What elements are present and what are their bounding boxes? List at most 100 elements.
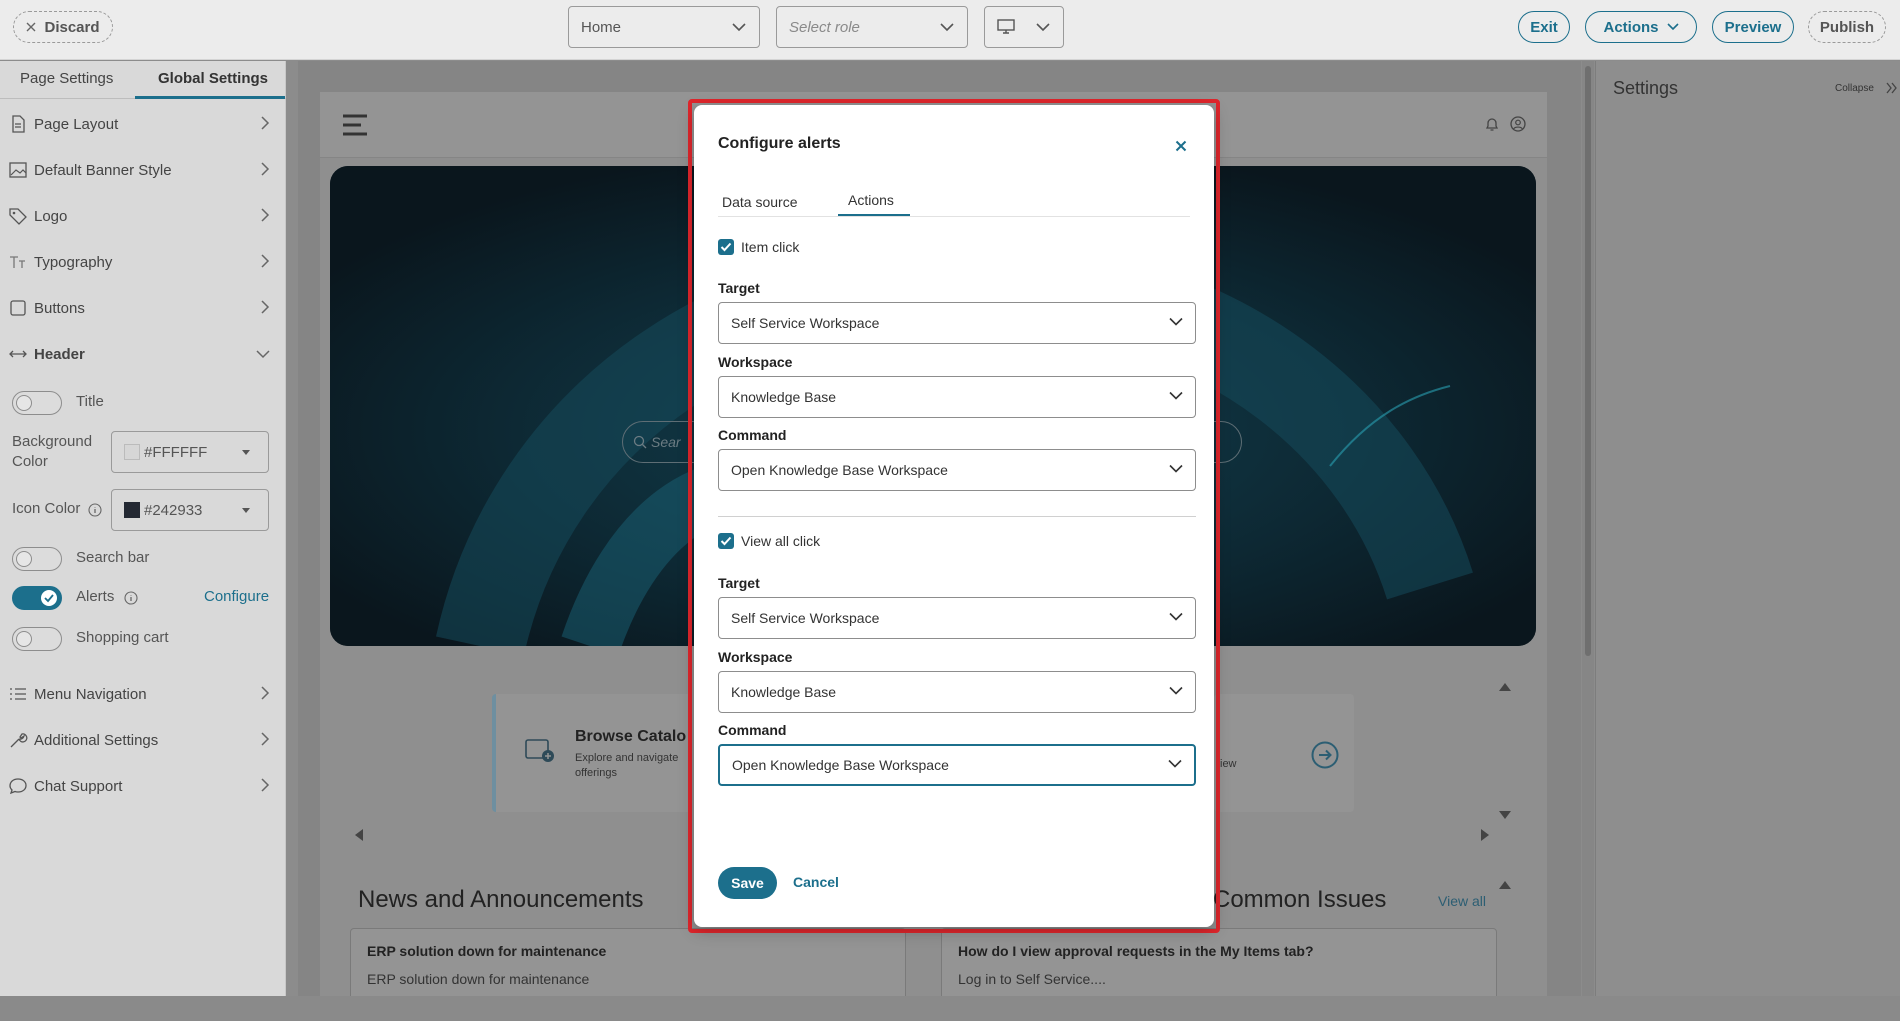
- title-toggle[interactable]: [12, 391, 62, 415]
- background-color-picker[interactable]: #FFFFFF: [111, 431, 269, 473]
- close-icon[interactable]: [1172, 137, 1190, 155]
- nav-chat-support[interactable]: Chat Support: [8, 774, 270, 798]
- bell-icon[interactable]: [1484, 116, 1500, 132]
- nav-header[interactable]: Header: [8, 342, 270, 366]
- shopping-cart-toggle[interactable]: [12, 627, 62, 651]
- discard-button[interactable]: Discard: [13, 11, 113, 43]
- scroll-up-icon[interactable]: [1498, 880, 1512, 890]
- tab-page-settings[interactable]: Page Settings: [20, 70, 113, 87]
- scroll-up-icon[interactable]: [1498, 682, 1512, 692]
- icon-color-picker[interactable]: #242933: [111, 489, 269, 531]
- info-icon[interactable]: [88, 503, 102, 517]
- carousel-next-icon[interactable]: [1480, 828, 1490, 842]
- chevron-right-icon: [260, 732, 270, 746]
- command-label: Command: [718, 427, 787, 443]
- target-select-value: Self Service Workspace: [731, 315, 880, 331]
- nav-label: Menu Navigation: [34, 685, 147, 703]
- browse-catalog-title: Browse Catalo: [575, 728, 687, 745]
- item-click-target-select[interactable]: Self Service Workspace: [718, 302, 1196, 344]
- top-toolbar: Discard Home Select role Exit Actions Pr…: [0, 0, 1900, 60]
- arrow-right-circle-icon[interactable]: [1310, 740, 1340, 770]
- chevron-right-icon: [260, 116, 270, 130]
- nav-buttons[interactable]: Buttons: [8, 296, 270, 320]
- preview-button[interactable]: Preview: [1712, 11, 1794, 43]
- workspace-select-value: Knowledge Base: [731, 389, 837, 405]
- double-chevron-right-icon[interactable]: [1886, 82, 1898, 94]
- browse-catalog-desc: offerings: [575, 767, 617, 779]
- tab-global-settings[interactable]: Global Settings: [158, 70, 268, 87]
- nav-additional-settings[interactable]: Additional Settings: [8, 728, 270, 752]
- caret-down-icon: [242, 450, 250, 455]
- color-swatch: [124, 444, 140, 460]
- icon-color-value: #242933: [144, 501, 203, 519]
- actions-button[interactable]: Actions: [1585, 11, 1697, 43]
- configure-alerts-link[interactable]: Configure: [204, 588, 269, 605]
- search-bar-toggle[interactable]: [12, 547, 62, 571]
- scroll-down-icon[interactable]: [1498, 810, 1512, 820]
- chevron-down-icon: [731, 22, 747, 32]
- section-divider: [718, 516, 1196, 517]
- shopping-cart-label: Shopping cart: [76, 629, 169, 646]
- chevron-right-icon: [260, 162, 270, 176]
- color-swatch: [124, 502, 140, 518]
- nav-default-banner-style[interactable]: Default Banner Style: [8, 158, 270, 182]
- user-icon[interactable]: [1510, 116, 1526, 132]
- target-select-value: Self Service Workspace: [731, 610, 880, 626]
- item-click-workspace-select[interactable]: Knowledge Base: [718, 376, 1196, 418]
- nav-label: Typography: [34, 253, 113, 271]
- item-click-command-select[interactable]: Open Knowledge Base Workspace: [718, 449, 1196, 491]
- page-select[interactable]: Home: [568, 6, 760, 48]
- role-select[interactable]: Select role: [776, 6, 968, 48]
- view-all-command-select[interactable]: Open Knowledge Base Workspace: [718, 744, 1196, 786]
- view-all-target-select[interactable]: Self Service Workspace: [718, 597, 1196, 639]
- search-bar-label: Search bar: [76, 549, 150, 566]
- publish-button[interactable]: Publish: [1808, 11, 1886, 43]
- nav-label: Logo: [34, 207, 68, 225]
- active-tab-indicator: [838, 214, 910, 216]
- catalog-card[interactable]: iew: [1214, 694, 1354, 812]
- news-section-title: News and Announcements: [358, 886, 644, 913]
- info-icon[interactable]: [124, 591, 138, 605]
- carousel-prev-icon[interactable]: [354, 828, 364, 842]
- cancel-button[interactable]: Cancel: [793, 874, 839, 890]
- exit-button[interactable]: Exit: [1518, 11, 1570, 43]
- role-select-placeholder: Select role: [789, 18, 860, 36]
- save-button[interactable]: Save: [718, 867, 777, 899]
- preview-scrollbar-thumb[interactable]: [1585, 66, 1591, 656]
- wrench-icon: [8, 730, 28, 750]
- workspace-label: Workspace: [718, 354, 793, 370]
- alerts-toggle[interactable]: [12, 586, 62, 610]
- dialog-tabs: Data source Actions: [718, 185, 1190, 217]
- caret-down-icon: [242, 508, 250, 513]
- view-all-click-label: View all click: [741, 533, 821, 549]
- view-all-click-checkbox[interactable]: [718, 533, 734, 549]
- search-icon: [633, 435, 647, 449]
- chevron-down-icon: [256, 349, 270, 359]
- target-label: Target: [718, 280, 760, 296]
- chevron-down-icon: [939, 22, 955, 32]
- command-select-value: Open Knowledge Base Workspace: [731, 462, 948, 478]
- tab-data-source[interactable]: Data source: [722, 194, 797, 210]
- browse-catalog-card[interactable]: Browse Catalo Explore and navigate offer…: [492, 694, 692, 812]
- chevron-down-icon: [1169, 464, 1183, 473]
- nav-page-layout[interactable]: Page Layout: [8, 112, 270, 136]
- nav-typography[interactable]: Typography: [8, 250, 270, 274]
- view-all-link[interactable]: View all: [1438, 893, 1486, 909]
- chevron-right-icon: [260, 300, 270, 314]
- tab-actions[interactable]: Actions: [848, 192, 894, 208]
- chevron-right-icon: [260, 254, 270, 268]
- chat-icon: [8, 776, 28, 796]
- nav-menu-navigation[interactable]: Menu Navigation: [8, 682, 270, 706]
- hero-search-placeholder: Sear: [651, 434, 681, 450]
- workspace-select-value: Knowledge Base: [731, 684, 837, 700]
- hamburger-menu-icon[interactable]: [342, 114, 368, 136]
- chevron-right-icon: [260, 778, 270, 792]
- collapse-button[interactable]: Collapse: [1835, 83, 1874, 94]
- nav-logo[interactable]: Logo: [8, 204, 270, 228]
- view-all-workspace-select[interactable]: Knowledge Base: [718, 671, 1196, 713]
- chevron-right-icon: [260, 686, 270, 700]
- alerts-label: Alerts: [76, 588, 115, 605]
- workspace-label: Workspace: [718, 649, 793, 665]
- item-click-checkbox[interactable]: [718, 239, 734, 255]
- device-select[interactable]: [984, 6, 1064, 48]
